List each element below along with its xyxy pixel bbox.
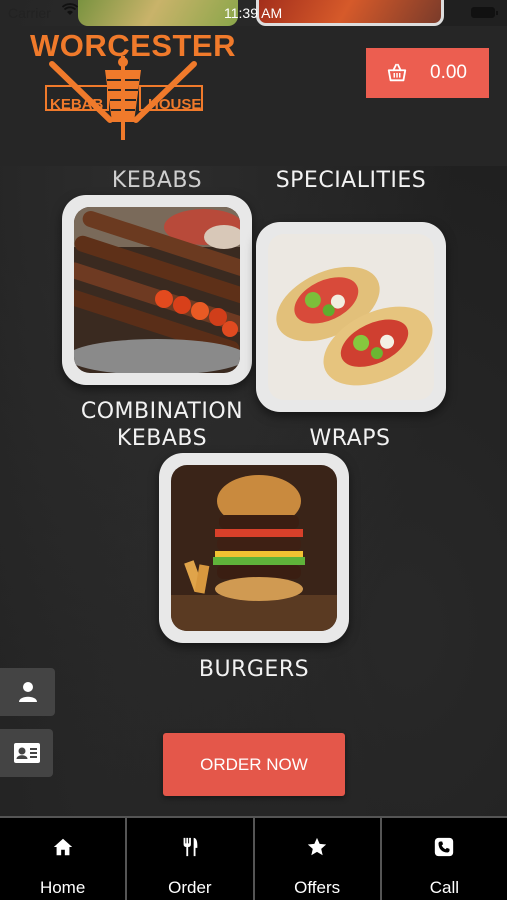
contact-card-icon xyxy=(13,743,40,763)
home-icon xyxy=(53,838,72,856)
profile-button[interactable] xyxy=(0,668,55,716)
order-now-button[interactable]: ORDER NOW xyxy=(163,733,345,796)
wraps-photo xyxy=(268,234,434,400)
logo-word-right: HOUSE xyxy=(148,96,202,113)
carrier-label: Carrier xyxy=(8,5,51,21)
star-icon xyxy=(307,837,327,856)
cart-button[interactable]: 0.00 xyxy=(366,48,489,98)
burger-photo xyxy=(171,465,337,631)
category-label-kebabs[interactable]: KEBABS xyxy=(92,167,222,194)
nav-home[interactable]: Home xyxy=(0,818,128,900)
nav-order-label: Order xyxy=(168,878,212,897)
status-time: 11:39 AM xyxy=(224,5,283,21)
category-label-burgers[interactable]: BURGERS xyxy=(174,656,334,683)
app-header: WORCESTER KEBAB HOUSE 0.00 xyxy=(0,26,507,166)
nav-call-label: Call xyxy=(429,878,460,897)
fork-knife-icon xyxy=(183,837,198,857)
nav-order[interactable]: Order xyxy=(127,818,255,900)
logo: WORCESTER KEBAB HOUSE xyxy=(30,28,236,140)
category-card-kebabs[interactable] xyxy=(62,195,252,385)
category-label-combination-kebabs[interactable]: COMBINATION KEBABS xyxy=(52,398,272,452)
contact-card-button[interactable] xyxy=(0,729,53,777)
category-label-specialities[interactable]: SPECIALITIES xyxy=(262,167,440,194)
nav-offers[interactable]: Offers xyxy=(255,818,382,900)
bottom-nav: Home Order Offers Call xyxy=(0,816,507,900)
category-label-wraps[interactable]: WRAPS xyxy=(290,425,410,452)
category-card-wraps[interactable] xyxy=(256,222,446,412)
wifi-icon xyxy=(61,3,79,20)
nav-home-label: Home xyxy=(39,878,86,897)
user-icon xyxy=(18,682,37,702)
battery-icon xyxy=(471,7,498,18)
status-bar-photo-strip xyxy=(256,0,444,26)
status-bar: Carrier 11:39 AM xyxy=(0,0,507,26)
basket-icon xyxy=(387,63,407,82)
nav-offers-label: Offers xyxy=(294,878,341,897)
category-card-burgers[interactable] xyxy=(159,453,349,643)
nav-call[interactable]: Call xyxy=(382,818,507,900)
phone-icon xyxy=(435,837,454,857)
cart-total: 0.00 xyxy=(430,62,467,83)
kebab-skewers-photo xyxy=(74,207,240,373)
status-bar-photo-strip xyxy=(78,0,238,26)
logo-word-left: KEBAB xyxy=(50,96,104,113)
